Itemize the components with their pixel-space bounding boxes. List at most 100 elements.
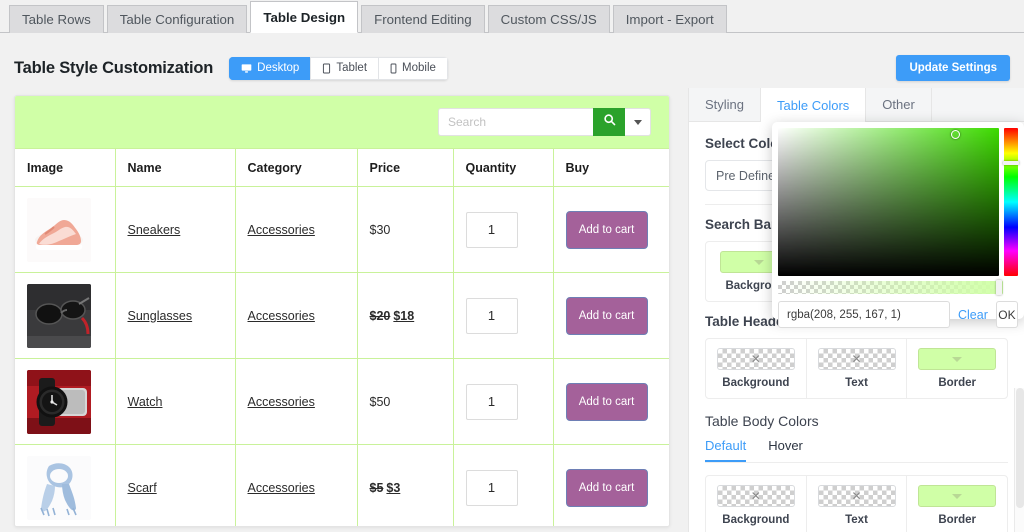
cell-image <box>15 358 116 445</box>
search-submit-button[interactable] <box>593 108 625 136</box>
primary-tab-table-configuration[interactable]: Table Configuration <box>106 5 248 33</box>
hue-handle[interactable] <box>1003 160 1020 165</box>
primary-tab-custom-css-js[interactable]: Custom CSS/JS <box>487 5 610 33</box>
table-body-background-swatch[interactable]: ✕ <box>716 485 795 507</box>
search-input[interactable] <box>438 108 593 136</box>
product-name-link[interactable]: Watch <box>128 395 163 409</box>
app-root: Table Rows Table Configuration Table Desig… <box>0 0 1024 532</box>
color-picker-popup: Clear OK <box>772 122 1024 328</box>
table-body-text-swatch[interactable]: ✕ <box>817 485 896 507</box>
category-link[interactable]: Accessories <box>248 223 315 237</box>
saturation-value-area[interactable] <box>778 128 1000 276</box>
cell-price: $5 $3 <box>357 444 454 526</box>
table-header-swatch-card: ✕ Background ✕ Text Border <box>705 338 1008 399</box>
table-body-border-swatch[interactable] <box>918 485 997 507</box>
price-original: $5 <box>369 480 384 495</box>
settings-tab-other[interactable]: Other <box>866 88 932 121</box>
device-toggle-tablet[interactable]: Tablet <box>310 56 379 80</box>
category-link[interactable]: Accessories <box>248 481 315 495</box>
primary-tab-import-export[interactable]: Import - Export <box>612 5 727 33</box>
clear-color-link[interactable]: Clear <box>958 308 988 322</box>
products-table: Image Name Category Price Quantity Buy Sneake… <box>15 148 669 526</box>
cell-name: Watch <box>115 358 236 445</box>
desktop-icon <box>241 63 252 74</box>
table-body-colors-heading: Table Body Colors <box>705 413 819 429</box>
cell-quantity: 1 <box>453 272 554 359</box>
column-header-name: Name <box>115 148 236 187</box>
category-link[interactable]: Accessories <box>248 395 315 409</box>
chevron-down-icon <box>754 259 764 265</box>
table-body: Sneakers Accessories $30 1 Add to cart Sungla… <box>15 186 669 526</box>
swatch-label: Background <box>722 514 790 526</box>
settings-tab-table-colors[interactable]: Table Colors <box>761 88 867 123</box>
column-header-quantity: Quantity <box>453 148 554 187</box>
picker-gradient-row <box>778 128 1020 276</box>
transparent-x-icon: ✕ <box>851 352 862 366</box>
device-toggle-desktop[interactable]: Desktop <box>229 56 311 80</box>
primary-tab-table-design[interactable]: Table Design <box>250 1 359 33</box>
table-header-border-swatch[interactable] <box>918 348 997 370</box>
sunglasses-thumb <box>27 283 91 348</box>
panel-scrollbar[interactable] <box>1014 388 1024 532</box>
add-to-cart-button[interactable]: Add to cart <box>565 296 648 335</box>
quantity-input[interactable]: 1 <box>465 469 518 506</box>
cell-buy: Add to cart <box>553 444 669 526</box>
swatch-cell: ✕ Text <box>807 339 908 398</box>
price-value: $50 <box>369 394 391 409</box>
alpha-handle[interactable] <box>996 280 1002 295</box>
chevron-down-icon <box>952 493 963 499</box>
device-toggle-mobile[interactable]: Mobile <box>378 56 448 80</box>
product-name-link[interactable]: Sunglasses <box>128 309 193 323</box>
device-toggle-mobile-label: Mobile <box>402 62 436 74</box>
device-toggle-group: Desktop Tablet Mobile <box>229 56 448 80</box>
category-link[interactable]: Accessories <box>248 309 315 323</box>
primary-tab-table-rows[interactable]: Table Rows <box>9 5 104 33</box>
body-subtab-hover[interactable]: Hover <box>768 438 803 462</box>
quantity-input[interactable]: 1 <box>465 211 518 248</box>
table-body-swatch-card: ✕ Background ✕ Text Border <box>705 475 1008 532</box>
search-group <box>438 108 651 136</box>
swatch-cell: Border <box>907 476 1007 532</box>
add-to-cart-button[interactable]: Add to cart <box>565 468 648 507</box>
hue-slider[interactable] <box>1003 128 1020 276</box>
transparent-x-icon: ✕ <box>750 489 761 503</box>
alpha-slider[interactable] <box>778 280 1003 295</box>
table-header-text-swatch[interactable]: ✕ <box>817 348 896 370</box>
cell-name: Scarf <box>115 444 236 526</box>
cell-category: Accessories <box>235 358 358 445</box>
scrollbar-thumb[interactable] <box>1016 388 1024 508</box>
search-options-button[interactable] <box>625 108 651 136</box>
cell-buy: Add to cart <box>553 272 669 359</box>
price-sale: $3 <box>386 480 401 495</box>
quantity-input[interactable]: 1 <box>465 383 518 420</box>
cell-image <box>15 272 116 359</box>
table-row: Scarf Accessories $5 $3 1 Add to cart <box>15 444 669 526</box>
settings-tab-styling[interactable]: Styling <box>689 88 762 121</box>
product-name-link[interactable]: Scarf <box>128 481 157 495</box>
cell-price: $30 <box>357 186 454 273</box>
product-name-link[interactable]: Sneakers <box>128 223 181 237</box>
table-header-row: Image Name Category Price Quantity Buy <box>15 148 669 187</box>
rgba-value-input[interactable] <box>778 301 950 328</box>
swatch-cell: ✕ Background <box>706 476 807 532</box>
column-header-buy: Buy <box>553 148 669 187</box>
swatch-label: Text <box>845 514 868 526</box>
add-to-cart-button[interactable]: Add to cart <box>565 382 648 421</box>
body-subtab-default[interactable]: Default <box>705 438 747 462</box>
update-settings-button[interactable]: Update Settings <box>896 55 1010 81</box>
swatch-cell: ✕ Text <box>807 476 908 532</box>
table-preview-card: ImageNameCategoryPriceQuantityBuy Sneake… <box>14 95 670 527</box>
watch-thumb <box>27 369 91 434</box>
device-toggle-tablet-label: Tablet <box>336 62 368 74</box>
ok-button[interactable]: OK <box>995 301 1018 328</box>
price-value: $30 <box>369 222 391 237</box>
table-header-background-swatch[interactable]: ✕ <box>716 348 795 370</box>
quantity-input[interactable]: 1 <box>465 297 518 334</box>
cell-buy: Add to cart <box>553 358 669 445</box>
chevron-down-icon <box>633 119 642 125</box>
add-to-cart-button[interactable]: Add to cart <box>565 210 648 249</box>
primary-tab-frontend-editing[interactable]: Frontend Editing <box>361 5 485 33</box>
saturation-handle[interactable] <box>950 130 960 139</box>
swatch-label: Background <box>722 377 790 389</box>
swatch-label: Text <box>845 377 868 389</box>
